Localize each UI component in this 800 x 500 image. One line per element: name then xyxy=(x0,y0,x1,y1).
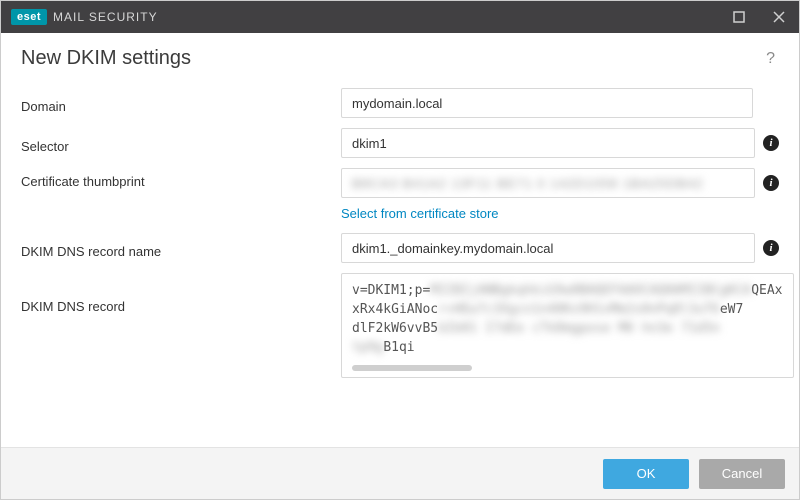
dkim-record-text: xRx4kGiANoc xyxy=(352,302,438,317)
dkim-record-blur: MIIBIjANBgkqhkiG9w0BAQEFAAOCAQ8AMIIBCgKC… xyxy=(430,283,751,298)
dialog-footer: OK Cancel xyxy=(1,447,799,499)
row-selector: Selector i xyxy=(21,128,779,158)
page-header: New DKIM settings ? xyxy=(21,47,779,70)
row-domain: Domain xyxy=(21,88,779,118)
close-icon xyxy=(773,11,785,23)
label-domain: Domain xyxy=(21,93,341,114)
dkim-record-line-2: xRx4kGiANocr+HEw7c3Xgcn1n40Kx9H1vMm2s0nP… xyxy=(352,301,783,320)
certificate-thumbprint-value: B8CA3 B41A2 13F11 BE71 0 142D1058 1BA25D… xyxy=(352,176,703,191)
row-dkim-dns-record-name: DKIM DNS record name i xyxy=(21,233,779,263)
label-dkim-dns-record: DKIM DNS record xyxy=(21,273,341,314)
window-close-button[interactable] xyxy=(759,1,799,33)
info-icon[interactable]: i xyxy=(763,240,779,256)
horizontal-scrollbar[interactable] xyxy=(352,363,783,373)
label-dkim-dns-record-name: DKIM DNS record name xyxy=(21,238,341,259)
row-dkim-dns-record: DKIM DNS record v=DKIM1;p=MIIBIjANBgkqhk… xyxy=(21,273,779,378)
window-maximize-button[interactable] xyxy=(719,1,759,33)
dkim-record-text: QEAx xyxy=(751,283,782,298)
domain-input[interactable] xyxy=(341,88,753,118)
dkim-record-line-1: v=DKIM1;p=MIIBIjANBgkqhkiG9w0BAQEFAAOCAQ… xyxy=(352,282,783,301)
dialog-content: New DKIM settings ? Domain Selector i Ce… xyxy=(1,33,799,447)
label-certificate-thumbprint: Certificate thumbprint xyxy=(21,168,341,189)
scrollbar-thumb[interactable] xyxy=(352,365,472,371)
cancel-button[interactable]: Cancel xyxy=(699,459,785,489)
dkim-record-text: B1qi xyxy=(383,340,414,355)
certificate-thumbprint-field[interactable]: B8CA3 B41A2 13F11 BE71 0 142D1058 1BA25D… xyxy=(341,168,755,198)
dkim-record-blur: r+HEw7c3Xgcn1n40Kx9H1vMm2s0nPq8l3uT6 xyxy=(438,302,720,317)
dkim-dns-record-name-input[interactable] xyxy=(341,233,755,263)
dkim-record-line-3: dlF2kW6vvB5bIb01 I7dEe cTk8mgpose M0 hn3… xyxy=(352,320,783,358)
titlebar: eset MAIL SECURITY xyxy=(1,1,799,33)
dkim-record-text: eW7 xyxy=(720,302,743,317)
info-icon[interactable]: i xyxy=(763,135,779,151)
brand-badge: eset xyxy=(11,9,47,25)
select-from-certificate-store-link[interactable]: Select from certificate store xyxy=(341,204,499,223)
dkim-record-text: v=DKIM1;p= xyxy=(352,283,430,298)
selector-input[interactable] xyxy=(341,128,755,158)
page-title: New DKIM settings xyxy=(21,47,191,70)
maximize-icon xyxy=(733,11,745,23)
help-icon[interactable]: ? xyxy=(762,48,779,70)
row-certificate-thumbprint: Certificate thumbprint B8CA3 B41A2 13F11… xyxy=(21,168,779,223)
brand: eset MAIL SECURITY xyxy=(11,9,158,25)
info-icon[interactable]: i xyxy=(763,175,779,191)
dkim-dns-record-box[interactable]: v=DKIM1;p=MIIBIjANBgkqhkiG9w0BAQEFAAOCAQ… xyxy=(341,273,794,378)
dkim-record-text: dlF2kW6vvB5 xyxy=(352,321,438,336)
ok-button[interactable]: OK xyxy=(603,459,689,489)
product-name: MAIL SECURITY xyxy=(53,10,158,24)
label-selector: Selector xyxy=(21,133,341,154)
